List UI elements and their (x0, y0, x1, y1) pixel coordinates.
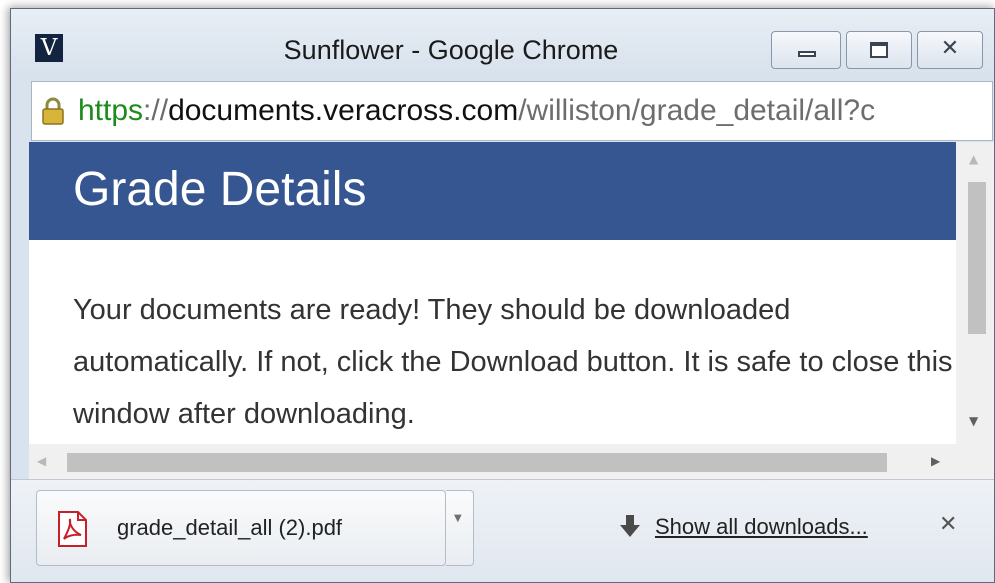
show-all-downloads-link[interactable]: Show all downloads... (655, 514, 868, 540)
close-icon: ✕ (940, 36, 960, 61)
scroll-left-icon[interactable]: ◀ (37, 454, 46, 468)
window-title: Sunflower - Google Chrome (283, 35, 619, 65)
page-viewport: Grade Details Your documents are ready! … (29, 142, 976, 444)
download-filename: grade_detail_all (2).pdf (117, 515, 343, 540)
minimize-button[interactable] (771, 31, 841, 69)
download-options-button[interactable]: ▼ (446, 490, 474, 566)
close-shelf-icon[interactable]: ✕ (939, 512, 957, 537)
browser-window: V Sunflower - Google Chrome ✕ https://do… (10, 8, 995, 583)
app-icon[interactable]: V (35, 34, 63, 62)
ready-message: Your documents are ready! They should be… (73, 294, 953, 430)
minimize-icon (798, 51, 816, 57)
horizontal-scrollbar[interactable]: ◀ ▶ (29, 444, 994, 479)
vertical-scrollbar[interactable]: ▲ ▼ (956, 142, 994, 444)
download-arrow-icon (620, 515, 640, 537)
url-scheme: https (78, 94, 144, 127)
title-bar[interactable]: V Sunflower - Google Chrome ✕ (11, 9, 994, 79)
close-button[interactable]: ✕ (917, 31, 983, 69)
downloads-shelf: grade_detail_all (2).pdf ▼ Show all down… (11, 479, 994, 582)
horizontal-scroll-thumb[interactable] (67, 453, 887, 472)
lock-icon (42, 97, 64, 125)
chevron-down-icon: ▼ (454, 513, 462, 524)
address-bar[interactable]: https://documents.veracross.com/willisto… (31, 81, 993, 141)
pdf-file-icon (58, 511, 87, 547)
maximize-button[interactable] (846, 31, 912, 69)
scroll-up-icon[interactable]: ▲ (969, 152, 978, 166)
url-host: documents.veracross.com (168, 94, 519, 127)
scroll-right-icon[interactable]: ▶ (931, 454, 940, 468)
url-path: /williston/grade_detail/all?c (518, 94, 876, 127)
url-separator: :// (143, 94, 169, 127)
scroll-down-icon[interactable]: ▼ (969, 414, 978, 428)
vertical-scroll-thumb[interactable] (968, 182, 986, 334)
download-item[interactable]: grade_detail_all (2).pdf (36, 490, 446, 566)
page-header: Grade Details (29, 142, 976, 240)
page-title: Grade Details (73, 163, 367, 216)
maximize-icon (870, 42, 888, 58)
url-text[interactable]: https://documents.veracross.com/willisto… (78, 92, 875, 130)
